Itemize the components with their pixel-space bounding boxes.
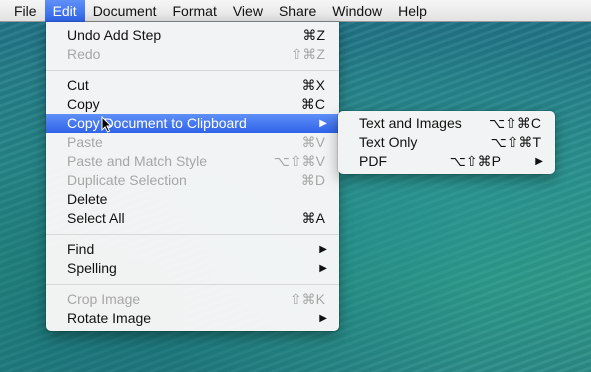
- edit-menu-dropdown: Undo Add Step ⌘Z Redo ⇧⌘Z Cut ⌘X Copy ⌘C…: [46, 22, 339, 331]
- redo-shortcut: ⇧⌘Z: [290, 46, 325, 62]
- delete-item[interactable]: Delete: [46, 190, 339, 209]
- menu-file[interactable]: File: [0, 0, 45, 22]
- submenu-arrow-icon: ▶: [535, 156, 543, 167]
- menu-format[interactable]: Format: [165, 0, 225, 22]
- menu-separator: [46, 234, 339, 235]
- copy-shortcut: ⌘C: [300, 96, 325, 112]
- menu-help[interactable]: Help: [390, 0, 435, 22]
- undo-shortcut: ⌘Z: [302, 27, 325, 43]
- pdf-label: PDF: [359, 153, 387, 169]
- copy-label: Copy: [67, 96, 100, 112]
- redo-item[interactable]: Redo ⇧⌘Z: [46, 45, 339, 64]
- submenu-arrow-icon: ▶: [319, 118, 327, 129]
- menu-bar: File Edit Document Format View Share Win…: [0, 0, 591, 22]
- menu-separator: [46, 70, 339, 71]
- menu-separator: [46, 284, 339, 285]
- redo-label: Redo: [67, 46, 101, 62]
- select-all-item[interactable]: Select All ⌘A: [46, 209, 339, 228]
- text-and-images-label: Text and Images: [359, 115, 462, 131]
- copy-document-label: Copy Document to Clipboard: [67, 115, 247, 131]
- crop-image-item[interactable]: Crop Image ⇧⌘K: [46, 290, 339, 309]
- paste-shortcut: ⌘V: [301, 134, 325, 150]
- copy-document-item[interactable]: Copy Document to Clipboard ▶: [46, 114, 339, 133]
- pdf-item[interactable]: PDF ⌥⇧⌘P ▶: [338, 152, 555, 171]
- undo-label: Undo Add Step: [67, 27, 162, 43]
- paste-match-style-shortcut: ⌥⇧⌘V: [273, 153, 325, 169]
- text-only-item[interactable]: Text Only ⌥⇧⌘T: [338, 133, 555, 152]
- menu-share[interactable]: Share: [271, 0, 324, 22]
- rotate-image-label: Rotate Image: [67, 310, 152, 326]
- mouse-pointer-icon: [101, 116, 112, 133]
- duplicate-selection-shortcut: ⌘D: [300, 172, 325, 188]
- menu-view[interactable]: View: [225, 0, 271, 22]
- spelling-item[interactable]: Spelling ▶: [46, 259, 339, 278]
- crop-image-label: Crop Image: [67, 291, 141, 307]
- text-and-images-shortcut: ⌥⇧⌘C: [489, 115, 541, 131]
- cut-shortcut: ⌘X: [301, 77, 325, 93]
- paste-match-style-item[interactable]: Paste and Match Style ⌥⇧⌘V: [46, 152, 339, 171]
- duplicate-selection-label: Duplicate Selection: [67, 172, 187, 188]
- text-only-shortcut: ⌥⇧⌘T: [490, 134, 541, 150]
- text-only-label: Text Only: [359, 134, 418, 150]
- paste-label: Paste: [67, 134, 103, 150]
- pdf-shortcut: ⌥⇧⌘P: [449, 153, 501, 169]
- paste-match-style-label: Paste and Match Style: [67, 153, 208, 169]
- select-all-label: Select All: [67, 210, 125, 226]
- menu-edit[interactable]: Edit: [44, 0, 85, 22]
- submenu-arrow-icon: ▶: [319, 313, 327, 324]
- text-and-images-item[interactable]: Text and Images ⌥⇧⌘C: [338, 114, 555, 133]
- spelling-label: Spelling: [67, 260, 117, 276]
- find-item[interactable]: Find ▶: [46, 240, 339, 259]
- crop-image-shortcut: ⇧⌘K: [289, 291, 325, 307]
- undo-item[interactable]: Undo Add Step ⌘Z: [46, 26, 339, 45]
- submenu-arrow-icon: ▶: [319, 244, 327, 255]
- submenu-arrow-icon: ▶: [319, 263, 327, 274]
- cut-item[interactable]: Cut ⌘X: [46, 76, 339, 95]
- find-label: Find: [67, 241, 95, 257]
- copy-item[interactable]: Copy ⌘C: [46, 95, 339, 114]
- copy-document-submenu: Text and Images ⌥⇧⌘C Text Only ⌥⇧⌘T PDF …: [338, 111, 555, 174]
- delete-label: Delete: [67, 191, 108, 207]
- cut-label: Cut: [67, 77, 89, 93]
- paste-item[interactable]: Paste ⌘V: [46, 133, 339, 152]
- rotate-image-item[interactable]: Rotate Image ▶: [46, 309, 339, 328]
- menu-document[interactable]: Document: [85, 0, 165, 22]
- menu-window[interactable]: Window: [324, 0, 390, 22]
- select-all-shortcut: ⌘A: [301, 210, 325, 226]
- duplicate-selection-item[interactable]: Duplicate Selection ⌘D: [46, 171, 339, 190]
